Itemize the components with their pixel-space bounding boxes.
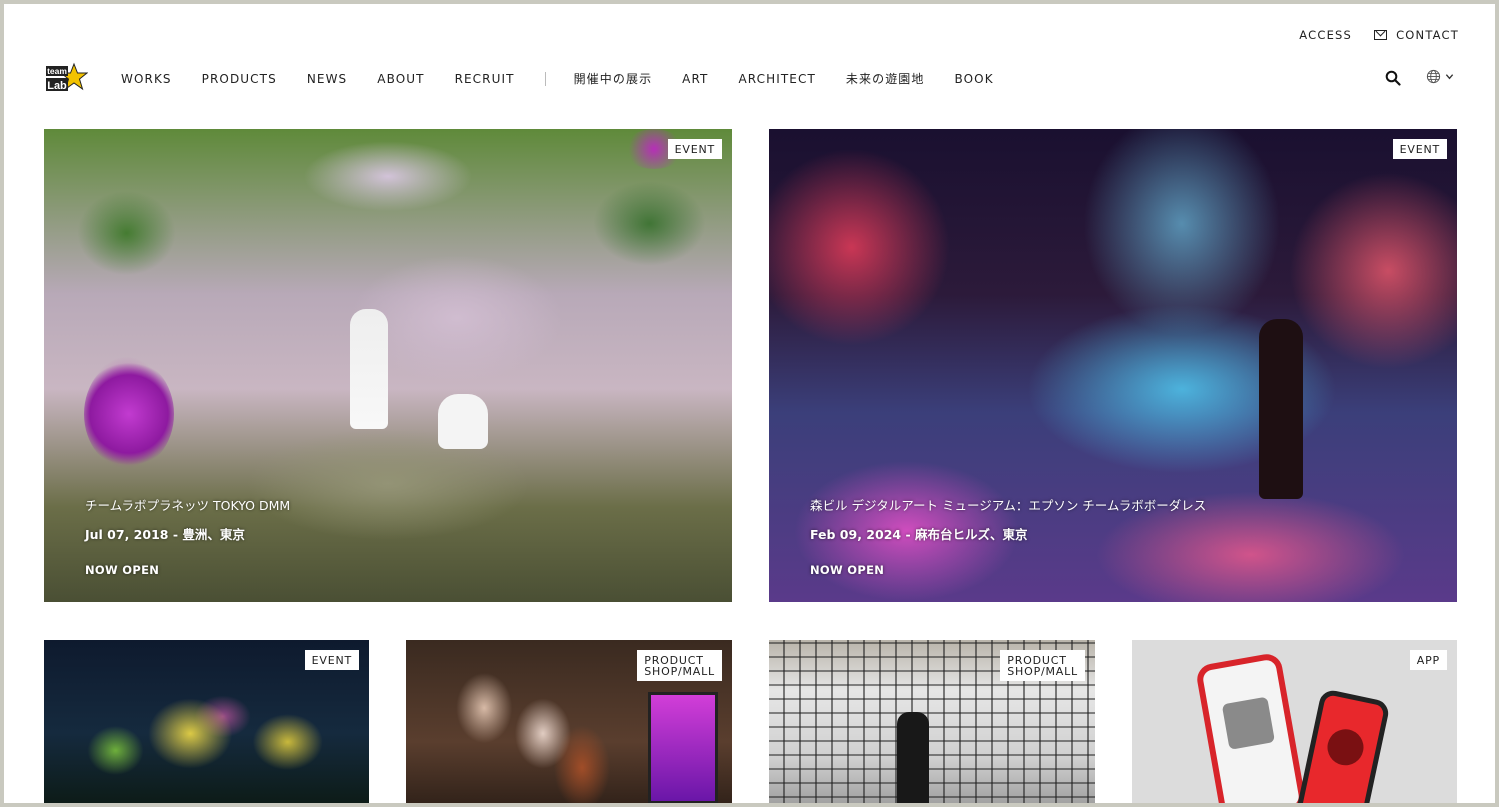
grid-card-event[interactable]: EVENT xyxy=(44,640,369,803)
category-badge: EVENT xyxy=(304,650,359,670)
grid-card-product-2[interactable]: PRODUCT SHOP/MALL xyxy=(769,640,1095,803)
card-title: 森ビル デジタルアート ミュージアム：エプソン チームラボボーダレス xyxy=(810,498,1207,513)
nav-divider xyxy=(544,71,546,86)
featured-card-borderless[interactable]: EVENT 森ビル デジタルアート ミュージアム：エプソン チームラボボーダレス… xyxy=(769,129,1457,602)
svg-text:team: team xyxy=(47,66,67,76)
category-badge: EVENT xyxy=(667,139,722,159)
nav-news[interactable]: NEWS xyxy=(307,72,347,86)
figure-decoration xyxy=(350,309,388,429)
screen-decoration xyxy=(648,692,718,803)
category-badge: PRODUCT SHOP/MALL xyxy=(1000,650,1085,681)
page: ACCESS CONTACT team Lab WORKS PRODUCTS N… xyxy=(4,4,1495,803)
nav-products[interactable]: PRODUCTS xyxy=(202,72,277,86)
nav-art[interactable]: ART xyxy=(682,72,708,86)
category-badge: EVENT xyxy=(1392,139,1447,159)
contact-link[interactable]: CONTACT xyxy=(1374,28,1459,42)
access-link[interactable]: ACCESS xyxy=(1299,28,1352,42)
nav-works[interactable]: WORKS xyxy=(121,72,172,86)
phone-decoration xyxy=(1194,651,1308,803)
card-title: チームラボプラネッツ TOKYO DMM xyxy=(85,498,291,513)
figure-decoration xyxy=(897,712,929,803)
nav-recruit[interactable]: RECRUIT xyxy=(455,72,515,86)
figure-decoration xyxy=(1259,319,1303,499)
category-badge: APP xyxy=(1409,650,1447,670)
grid-card-app[interactable]: APP xyxy=(1132,640,1457,803)
nav-architect[interactable]: ARCHITECT xyxy=(738,72,815,86)
nav-future-park[interactable]: 未来の遊園地 xyxy=(846,70,925,87)
chevron-down-icon xyxy=(1445,74,1454,80)
language-selector[interactable] xyxy=(1426,69,1454,84)
nav-current-exhibitions[interactable]: 開催中の展示 xyxy=(574,70,653,87)
orchid-decoration xyxy=(84,359,174,469)
card-status: NOW OPEN xyxy=(810,563,885,577)
globe-icon xyxy=(1426,69,1441,84)
card-caption: 森ビル デジタルアート ミュージアム：エプソン チームラボボーダレス Feb 0… xyxy=(810,495,1206,577)
card-status: NOW OPEN xyxy=(85,563,160,577)
nav-book[interactable]: BOOK xyxy=(955,72,994,86)
grid-card-product-1[interactable]: PRODUCT SHOP/MALL xyxy=(406,640,732,803)
mail-icon xyxy=(1374,30,1388,40)
category-badge: PRODUCT SHOP/MALL xyxy=(637,650,722,681)
search-icon[interactable] xyxy=(1385,70,1401,86)
utility-nav: ACCESS CONTACT xyxy=(1299,28,1459,42)
featured-card-planets[interactable]: EVENT チームラボプラネッツ TOKYO DMM Jul 07, 2018 … xyxy=(44,129,732,602)
main-nav: WORKS PRODUCTS NEWS ABOUT RECRUIT 開催中の展示… xyxy=(121,70,1024,87)
card-date: Feb 09, 2024 - 麻布台ヒルズ、東京 xyxy=(810,527,1028,542)
teamlab-logo[interactable]: team Lab xyxy=(44,62,88,94)
figure-decoration xyxy=(438,394,488,449)
card-caption: チームラボプラネッツ TOKYO DMM Jul 07, 2018 - 豊洲、東… xyxy=(85,495,290,577)
card-date: Jul 07, 2018 - 豊洲、東京 xyxy=(85,527,245,542)
nav-about[interactable]: ABOUT xyxy=(377,72,424,86)
phone-decoration xyxy=(1295,688,1391,803)
svg-text:Lab: Lab xyxy=(47,80,67,92)
